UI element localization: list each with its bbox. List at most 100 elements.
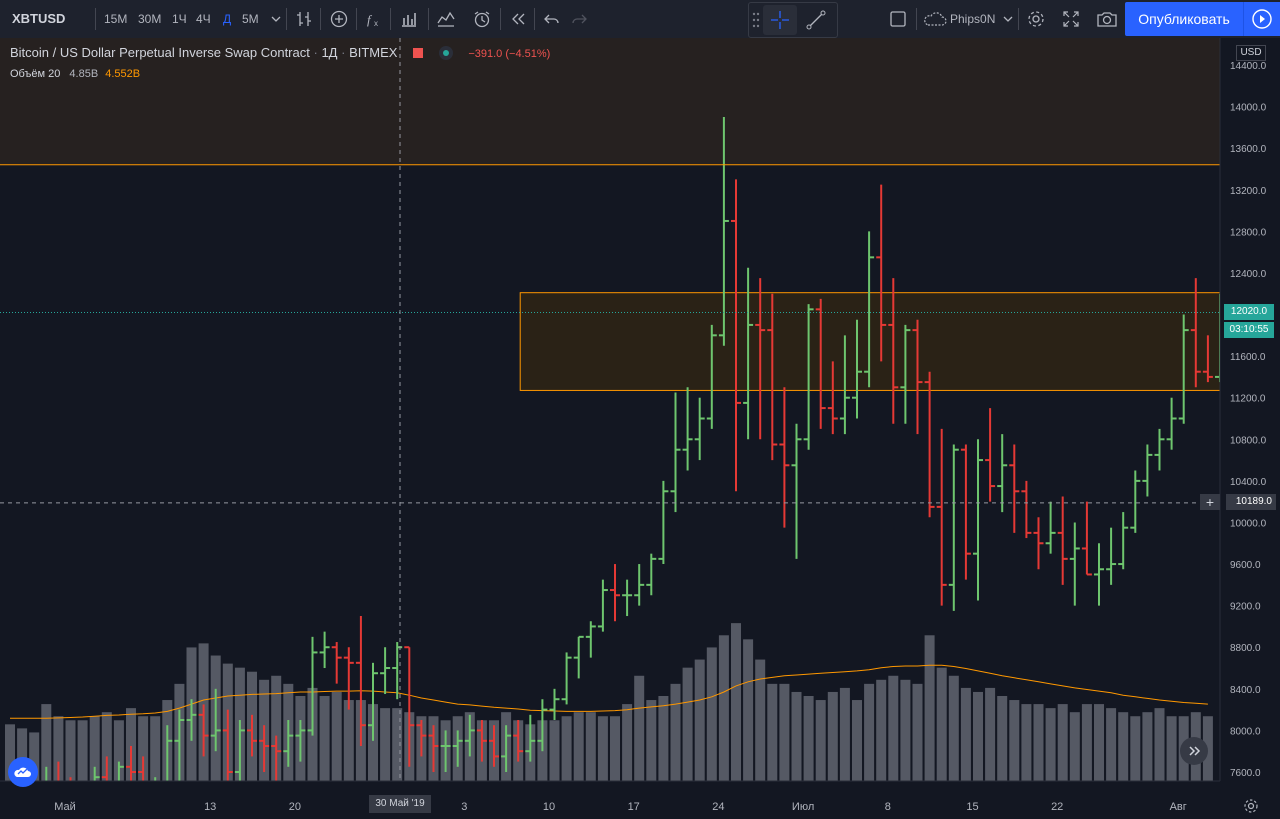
volume-bar xyxy=(1106,708,1117,781)
time-tick-label: 8 xyxy=(885,801,891,813)
toolbar-divider xyxy=(356,8,357,30)
volume-bar xyxy=(1069,712,1080,781)
interval-4h-button[interactable]: 4Ч xyxy=(196,0,211,38)
flag-icon[interactable] xyxy=(413,48,424,58)
volume-bar xyxy=(658,696,669,781)
bars-chart-type-icon[interactable] xyxy=(294,9,314,29)
volume-bar xyxy=(864,683,875,781)
legend-interval: 1Д xyxy=(321,45,338,60)
price-chart[interactable]: 7600.0 8000.0 8400.0 8800.0 9200.0 9600.0 1000… xyxy=(0,38,1280,819)
volume-bar xyxy=(936,667,947,781)
time-tick-label: 13 xyxy=(204,801,216,813)
time-tick-label: Авг xyxy=(1170,801,1187,813)
toolbar-divider xyxy=(500,8,501,30)
crosshair-price-tag: 10189.0 xyxy=(1226,494,1276,510)
crosshair-date-tag: 30 Май '19 xyxy=(369,795,431,813)
volume-bar xyxy=(150,716,161,781)
volume-bar xyxy=(597,716,608,781)
undo-icon[interactable] xyxy=(542,9,562,29)
volume-legend: Объём 20 4.85B 4.552B xyxy=(10,68,140,80)
volume-bar xyxy=(888,675,899,781)
gear-icon[interactable] xyxy=(1026,9,1046,29)
volume-legend-value: 4.85B xyxy=(69,68,99,80)
toolbar-divider xyxy=(390,8,391,30)
time-tick-label: 17 xyxy=(628,801,640,813)
time-tick-label: 22 xyxy=(1051,801,1063,813)
tradingview-cloud-icon xyxy=(14,767,31,777)
axis-settings-gear-icon[interactable] xyxy=(1242,797,1260,815)
volume-legend-label[interactable]: Объём 20 xyxy=(10,68,60,80)
add-alert-plus-button[interactable]: + xyxy=(1200,494,1220,510)
volume-bar xyxy=(827,691,838,781)
interval-5m-button[interactable]: 5M xyxy=(242,0,259,38)
interval-day-button[interactable]: Д xyxy=(223,0,231,38)
price-tick-label: 10400.0 xyxy=(1230,477,1267,488)
chart-legend-main: Bitcoin / US Dollar Perpetual Inverse Sw… xyxy=(10,45,551,60)
floating-drawing-toolbar xyxy=(748,2,838,38)
volume-bar xyxy=(912,683,923,781)
volume-bar xyxy=(1057,704,1068,781)
redo-icon[interactable] xyxy=(569,9,589,29)
toolbar-divider xyxy=(320,8,321,30)
templates-icon[interactable] xyxy=(436,9,456,29)
interval-15m-button[interactable]: 15M xyxy=(104,0,127,38)
time-tick-label: Июл xyxy=(792,801,814,813)
svg-text:x: x xyxy=(374,19,378,28)
replay-play-button[interactable] xyxy=(1243,2,1280,36)
time-tick-label: 20 xyxy=(289,801,301,813)
price-tick-label: 10000.0 xyxy=(1230,518,1267,529)
camera-icon[interactable] xyxy=(1096,9,1118,29)
financials-icon[interactable] xyxy=(399,9,419,29)
time-tick-label: 24 xyxy=(712,801,724,813)
volume-bar xyxy=(585,712,596,781)
volume-bar xyxy=(755,659,766,781)
currency-label[interactable]: USD xyxy=(1236,45,1266,61)
trend-line-tool-button[interactable] xyxy=(799,5,833,35)
crosshair-tool-button[interactable] xyxy=(763,5,797,35)
volume-bar xyxy=(876,679,887,781)
volume-bar xyxy=(767,683,778,781)
volume-bar xyxy=(319,696,330,781)
volume-bar xyxy=(670,683,681,781)
symbol-search-button[interactable]: XBTUSD xyxy=(12,0,65,38)
scroll-to-realtime-button[interactable] xyxy=(1180,737,1208,765)
legend-change: −391.0 (−4.51%) xyxy=(468,48,551,60)
drag-handle-icon[interactable] xyxy=(751,11,761,29)
volume-bar xyxy=(1009,700,1020,781)
time-axis[interactable] xyxy=(0,781,1280,819)
chevron-down-icon[interactable] xyxy=(998,9,1018,29)
time-tick-label: Май xyxy=(54,801,76,813)
replay-icon[interactable] xyxy=(508,9,528,29)
trend-line-icon xyxy=(806,10,826,30)
volume-bar xyxy=(852,700,862,781)
chevron-down-icon[interactable] xyxy=(266,9,286,29)
toolbar-divider xyxy=(286,8,287,30)
top-toolbar: XBTUSD 15M 30M 1Ч 4Ч Д 5M fx Phips0N Опу… xyxy=(0,0,1280,39)
volume-bar xyxy=(1045,708,1056,781)
interval-30m-button[interactable]: 30M xyxy=(138,0,161,38)
legend-exchange: BITMEX xyxy=(349,45,398,60)
add-compare-icon[interactable] xyxy=(329,9,349,29)
alert-clock-icon[interactable] xyxy=(472,9,492,29)
volume-bar xyxy=(634,675,645,781)
fullscreen-rect-icon[interactable] xyxy=(888,9,908,29)
expand-icon[interactable] xyxy=(1061,9,1081,29)
time-tick-label: 3 xyxy=(461,801,467,813)
price-tick-label: 7600.0 xyxy=(1230,768,1261,779)
indicators-fx-icon[interactable]: fx xyxy=(364,9,384,29)
publish-button[interactable]: Опубликовать xyxy=(1125,2,1243,36)
market-status-icon[interactable] xyxy=(438,46,453,60)
price-tick-label: 11600.0 xyxy=(1230,352,1266,363)
volume-bar xyxy=(1094,704,1104,781)
layout-name-button[interactable]: Phips0N xyxy=(950,0,995,38)
interval-1h-button[interactable]: 1Ч xyxy=(172,0,187,38)
price-tick-label: 8400.0 xyxy=(1230,685,1261,696)
bar-countdown-tag: 03:10:55 xyxy=(1224,322,1274,338)
price-tick-label: 8000.0 xyxy=(1230,726,1261,737)
cloud-layout-icon xyxy=(924,12,947,26)
logo-button[interactable] xyxy=(8,757,38,787)
volume-bar xyxy=(1154,708,1165,781)
legend-title[interactable]: Bitcoin / US Dollar Perpetual Inverse Sw… xyxy=(10,45,310,60)
price-tick-label: 14000.0 xyxy=(1230,103,1267,114)
volume-ma-value: 4.552B xyxy=(105,68,141,80)
